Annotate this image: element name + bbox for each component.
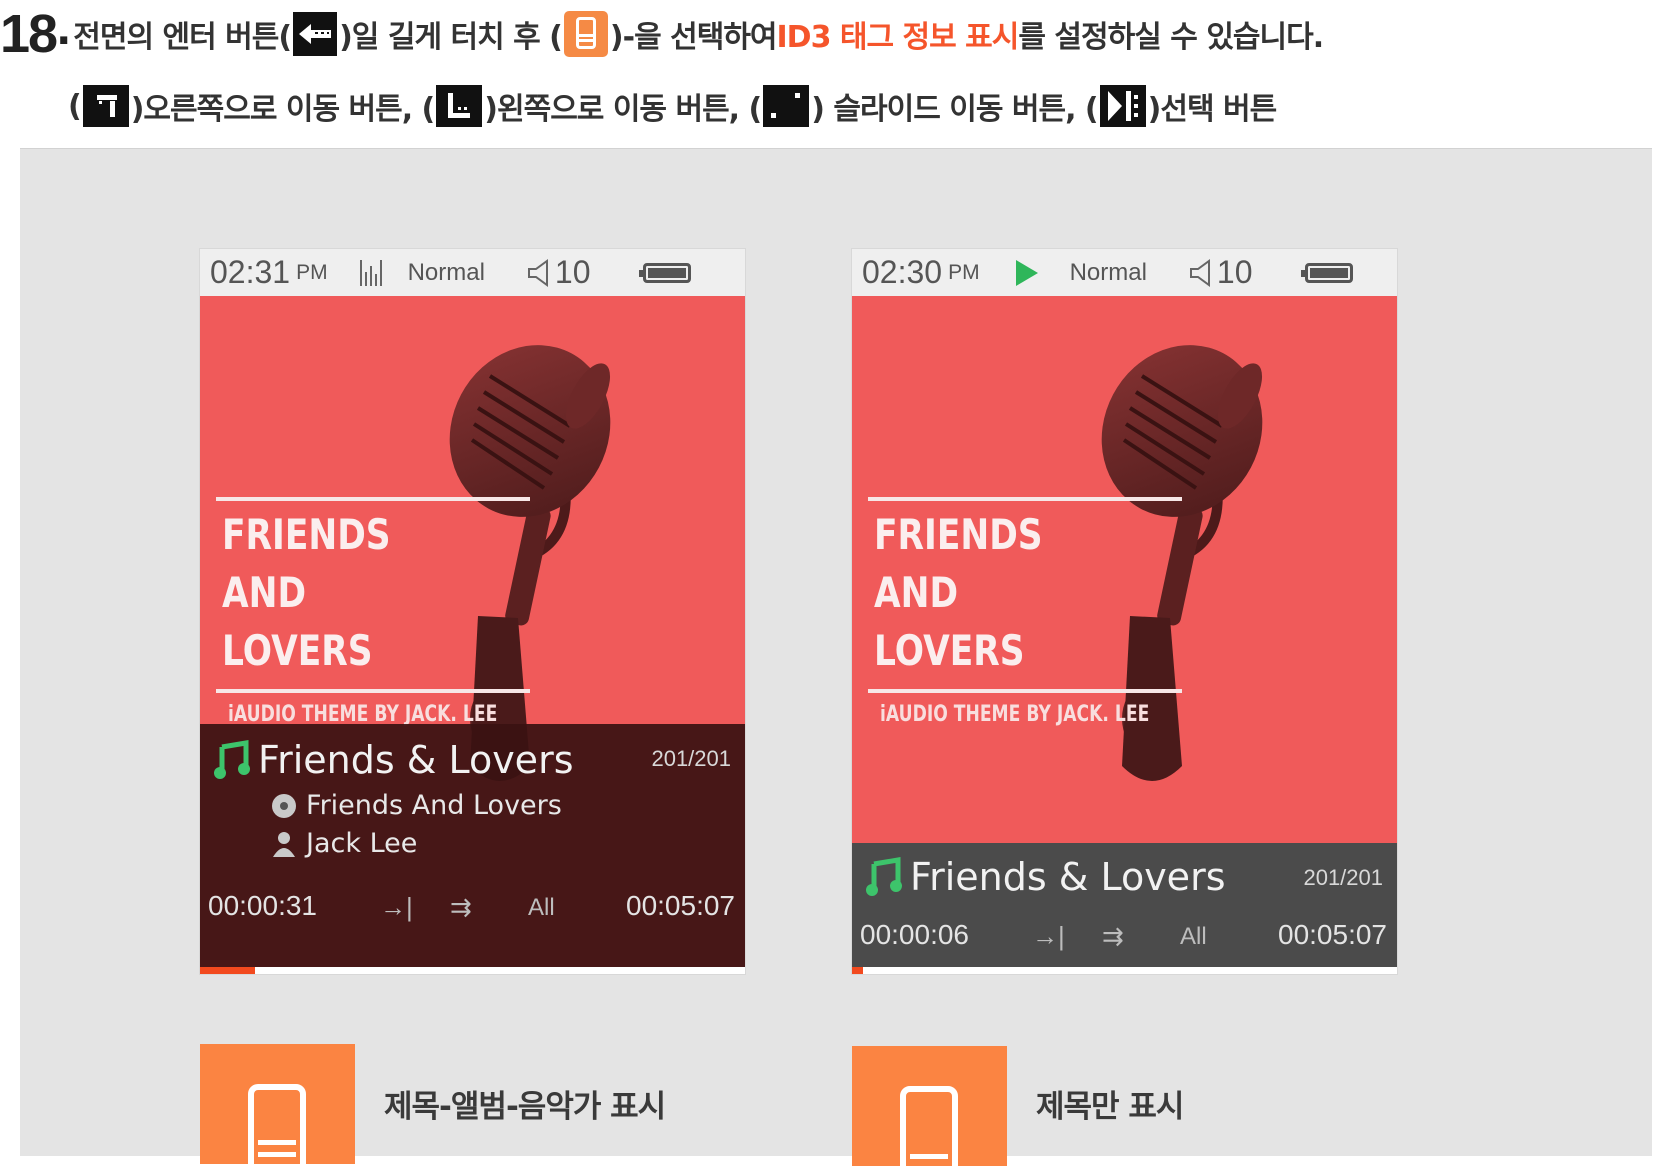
battery-icon (638, 262, 691, 283)
legend-open-paren: ( (68, 88, 82, 124)
time-row: 00:00:31 →| ⇉ All 00:05:07 (200, 890, 745, 930)
option-full-info-label: 제목-앨범-음악가 표시 (384, 1089, 666, 1125)
instruction-text-1: 전면의 엔터 버튼( (73, 20, 292, 55)
clock-ampm: PM (296, 260, 328, 284)
equalizer-icon (359, 259, 382, 286)
repeat-one-icon: →| (1032, 921, 1065, 951)
album-title-line-1: FRIENDS (874, 510, 1043, 559)
album-title-line-2: AND (222, 568, 307, 617)
speaker-icon (1189, 258, 1210, 287)
option-full-info-icon[interactable] (200, 1044, 355, 1174)
select-button-icon (1099, 85, 1146, 127)
title-rule-bottom (216, 689, 530, 693)
shuffle-icon: ⇉ (450, 892, 472, 922)
menu-button-icon (563, 11, 608, 57)
legend-move-right: )오른쪽으로 이동 버튼, ( (130, 92, 436, 127)
progress-fill (852, 967, 863, 974)
step-number: 18 (0, 4, 58, 64)
progress-bar[interactable] (852, 967, 1397, 974)
track-title: Friends & Lovers (910, 855, 1226, 899)
title-rule-top (868, 497, 1182, 501)
move-left-button-icon (436, 85, 483, 127)
move-right-button-icon (82, 85, 129, 127)
instruction-line: 18 . 전면의 엔터 버튼( )일 길게 터치 후 ( )-을 선택하여 ID… (0, 4, 1324, 64)
repeat-mode: All (1180, 923, 1207, 950)
legend-slide: ) 슬라이드 이동 버튼, ( (811, 92, 1098, 127)
title-rule-top (216, 497, 530, 501)
legend-move-left: )왼쪽으로 이동 버튼, ( (484, 92, 762, 127)
album-disc-icon (272, 793, 296, 818)
music-note-icon (214, 740, 250, 779)
track-title: Friends & Lovers (258, 738, 574, 782)
clock-time: 02:31 (210, 254, 291, 290)
album-title-line-3: LOVERS (222, 626, 373, 675)
instruction-text-2: )일 길게 터치 후 ( (339, 20, 563, 55)
time-row: 00:00:06 →| ⇉ All 00:05:07 (852, 919, 1397, 959)
sound-mode: Normal (407, 258, 485, 286)
music-note-icon (866, 857, 902, 896)
total-time: 00:05:07 (626, 890, 735, 921)
album-name: Friends And Lovers (306, 790, 562, 821)
theme-credit: iAUDIO THEME BY JACK. LEE (880, 702, 1150, 727)
title-rule-bottom (868, 689, 1182, 693)
sound-mode: Normal (1069, 258, 1147, 286)
shuffle-icon: ⇉ (1102, 921, 1124, 951)
battery-icon (1300, 262, 1353, 283)
speaker-icon (527, 258, 548, 287)
total-time: 00:05:07 (1278, 919, 1387, 950)
volume-level: 10 (1216, 254, 1253, 290)
repeat-one-icon: →| (380, 892, 413, 922)
instruction-text-4: 를 설정하실 수 있습니다. (1018, 20, 1324, 55)
track-info-panel: Friends & Lovers 201/201 Friends And Lov… (200, 724, 745, 974)
elapsed-time: 00:00:06 (860, 919, 969, 950)
option-title-only-icon[interactable] (852, 1046, 1007, 1176)
track-title-row: Friends & Lovers (864, 855, 1226, 899)
progress-bar[interactable] (200, 967, 745, 974)
track-info-panel: Friends & Lovers 201/201 00:00:06 →| ⇉ A… (852, 843, 1397, 974)
album-title-line-1: FRIENDS (222, 510, 391, 559)
track-title-row: Friends & Lovers (212, 738, 574, 782)
clock-ampm: PM (948, 260, 980, 284)
slide-button-icon (763, 85, 810, 127)
instruction-highlight: ID3 태그 정보 표시 (776, 20, 1020, 55)
album-title-line-2: AND (874, 568, 959, 617)
screens-panel: 02:31 PM Normal 10 FRIENDS AND LOVERS iA… (20, 148, 1652, 1176)
elapsed-time: 00:00:31 (208, 890, 317, 921)
device-full-info-icon (248, 1084, 306, 1174)
enter-button-icon (293, 12, 338, 56)
repeat-mode: All (528, 894, 555, 921)
device-title-only-icon (900, 1086, 958, 1176)
artist-name: Jack Lee (306, 828, 418, 859)
status-bar: 02:30 PM Normal 10 (852, 249, 1397, 296)
clock-time: 02:30 (862, 254, 943, 290)
player-screen-full-info: 02:31 PM Normal 10 FRIENDS AND LOVERS iA… (200, 249, 745, 974)
player-screen-title-only: 02:30 PM Normal 10 FRIENDS AND LOVERS iA… (852, 249, 1397, 974)
track-count: 201/201 (1303, 865, 1383, 890)
step-dot: . (56, 8, 72, 54)
progress-fill (200, 967, 255, 974)
album-row: Friends And Lovers (272, 790, 562, 821)
artist-person-icon (273, 831, 295, 857)
track-count: 201/201 (651, 746, 731, 771)
instruction-text-3: )-을 선택하여 (609, 20, 778, 55)
button-legend: ( )오른쪽으로 이동 버튼, ( )왼쪽으로 이동 버튼, ( ) 슬라이드 … (68, 76, 1278, 136)
volume-level: 10 (554, 254, 591, 290)
legend-select: )선택 버튼 (1147, 92, 1278, 127)
album-title-line-3: LOVERS (874, 626, 1025, 675)
option-title-only-label: 제목만 표시 (1036, 1089, 1184, 1125)
play-icon (1015, 259, 1038, 286)
status-bar: 02:31 PM Normal 10 (200, 249, 745, 296)
artist-row: Jack Lee (272, 828, 417, 859)
